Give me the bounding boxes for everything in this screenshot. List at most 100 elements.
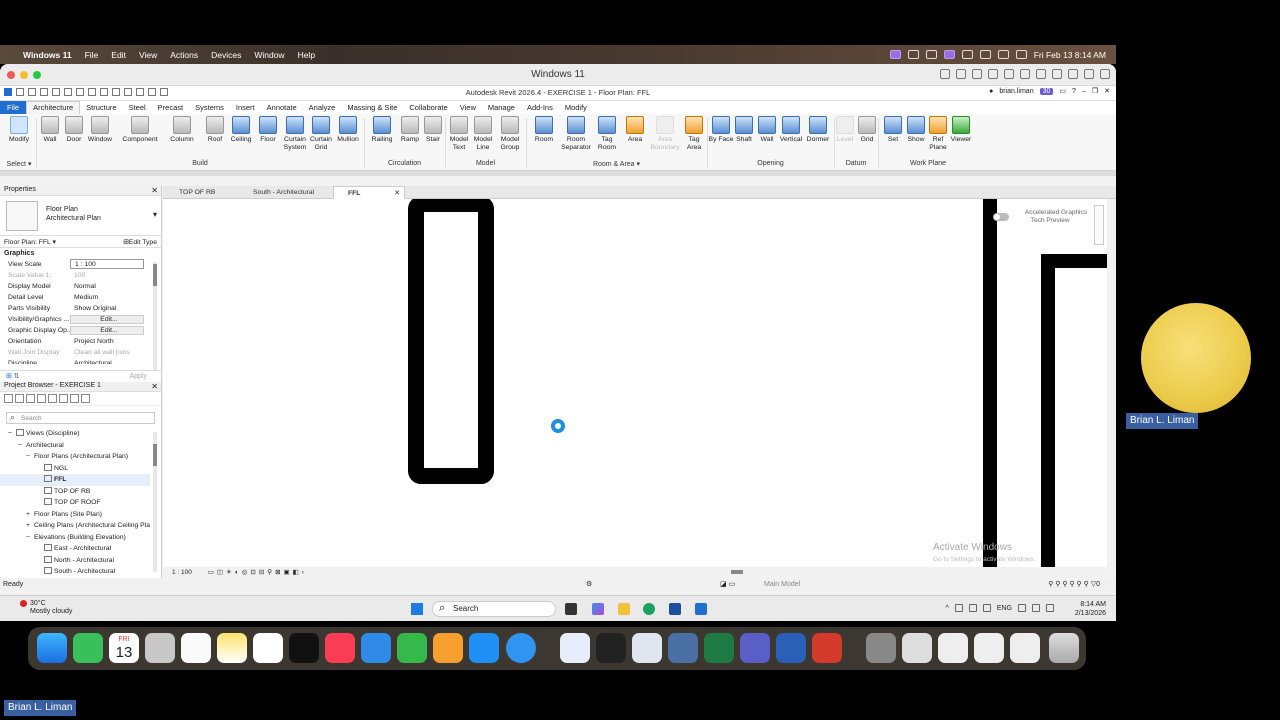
sheets-icon[interactable] [26, 394, 35, 403]
menu-devices[interactable]: Devices [211, 50, 241, 60]
weather-widget[interactable]: 30°C Mostly cloudy [12, 600, 72, 616]
freeform-icon[interactable] [253, 633, 283, 663]
app-store-icon[interactable] [469, 633, 499, 663]
battery-icon[interactable] [961, 50, 973, 59]
recent-item-icon[interactable] [866, 633, 896, 663]
instance-selector[interactable]: Floor Plan: FFL ▾ ⊞Edit Type [0, 236, 161, 248]
parallels-icon[interactable] [632, 633, 662, 663]
filter-icon[interactable] [81, 394, 90, 403]
browser-item[interactable]: North - Architectural [0, 555, 150, 567]
reminders-icon[interactable] [181, 633, 211, 663]
network-icon[interactable] [1004, 69, 1014, 79]
floor-button[interactable]: Floor [255, 116, 281, 144]
safari-icon[interactable] [506, 633, 536, 663]
collapse-icon[interactable]: − [26, 532, 34, 544]
tray-app-icon[interactable] [968, 604, 977, 612]
curtain-system-button[interactable]: Curtain System [282, 116, 308, 152]
menu-edit[interactable]: Edit [111, 50, 126, 60]
close-icon[interactable]: ✕ [1104, 87, 1110, 95]
participant-video-tile[interactable] [1141, 303, 1251, 413]
browser-item[interactable]: − Architectural [0, 440, 150, 452]
menu-app-name[interactable]: Windows 11 [23, 50, 72, 60]
contacts-icon[interactable] [145, 633, 175, 663]
trial-badge[interactable]: 30 [1039, 87, 1054, 95]
browser-item[interactable]: East - Architectural [0, 543, 150, 555]
prop-value[interactable]: Architectural [70, 358, 148, 364]
facetime-icon[interactable] [73, 633, 103, 663]
groups-icon[interactable] [59, 394, 68, 403]
prop-value[interactable]: Project North [70, 336, 148, 347]
battery-icon[interactable] [1046, 604, 1054, 612]
menu-file[interactable]: File [85, 50, 99, 60]
mirroring-icon[interactable] [943, 50, 955, 59]
wifi-icon[interactable] [979, 50, 991, 59]
view-tab[interactable]: TOP OF RB [165, 186, 239, 199]
tab-structure[interactable]: Structure [80, 103, 122, 112]
graphic-display-edit-button[interactable]: Edit... [70, 326, 144, 335]
tab-steel[interactable]: Steel [123, 103, 152, 112]
browser-item[interactable]: TOP OF RB [0, 486, 150, 498]
printer-icon[interactable] [1036, 69, 1046, 79]
tag-room-button[interactable]: Tag Room [594, 116, 620, 152]
browser-item[interactable]: − Views (Discipline) [0, 428, 150, 440]
room-separator-button[interactable]: Room Separator [560, 116, 592, 152]
browser-item[interactable]: FFL [0, 474, 150, 486]
tab-architecture[interactable]: Architecture [26, 101, 81, 114]
gear-icon[interactable] [1100, 69, 1110, 79]
teams-icon[interactable] [740, 633, 770, 663]
browser-scrollbar[interactable] [153, 432, 157, 572]
camera-icon[interactable] [956, 69, 966, 79]
close-icon[interactable]: ✕ [151, 186, 158, 195]
display-icon[interactable] [925, 50, 937, 59]
active-model-label[interactable]: Main Model [764, 581, 800, 588]
wall-rectangle[interactable] [408, 199, 494, 484]
tray-app-icon[interactable] [982, 604, 991, 612]
taskbar-search[interactable]: Search [432, 601, 556, 617]
modify-button[interactable]: Modify [6, 116, 32, 144]
tab-insert[interactable]: Insert [230, 103, 261, 112]
tab-view[interactable]: View [454, 103, 482, 112]
expand-icon[interactable]: + [26, 520, 34, 532]
browser-item[interactable]: TOP OF ROOF [0, 497, 150, 509]
type-selector[interactable]: Floor Plan Architectural Plan ▾ [0, 196, 161, 236]
canvas-vertical-scrollbar[interactable] [1107, 199, 1116, 567]
account-icon[interactable]: ● [989, 88, 993, 95]
browser-search-input[interactable]: Search [6, 412, 155, 424]
chevron-down-icon[interactable]: ▾ [153, 210, 157, 219]
disk-utility-icon[interactable] [668, 633, 698, 663]
file-explorer-icon[interactable] [618, 603, 630, 615]
tab-modify[interactable]: Modify [559, 103, 593, 112]
word-icon[interactable] [776, 633, 806, 663]
excel-icon[interactable] [704, 633, 734, 663]
music-icon[interactable] [325, 633, 355, 663]
home-icon[interactable] [4, 394, 13, 403]
scroll-thumb[interactable] [153, 444, 157, 466]
tab-precast[interactable]: Precast [152, 103, 189, 112]
grid-button[interactable]: Grid [854, 116, 880, 144]
apply-button[interactable]: Apply [129, 373, 147, 380]
panel-select[interactable]: Select ▾ [4, 160, 34, 168]
dormer-button[interactable]: Dormer [803, 116, 833, 144]
close-icon[interactable]: ✕ [151, 382, 158, 391]
apple-tv-icon[interactable] [289, 633, 319, 663]
area-button[interactable]: Area [622, 116, 648, 144]
view-scale-input[interactable]: 1 : 100 [70, 259, 144, 269]
worksharing-icon[interactable]: ⚙ [586, 580, 592, 588]
roof-button[interactable]: Roof [202, 116, 228, 144]
browser-item[interactable]: − Floor Plans (Architectural Plan) [0, 451, 150, 463]
panel-room-area[interactable]: Room & Area ▾ [526, 160, 707, 168]
recent-item-icon[interactable] [902, 633, 932, 663]
ceiling-button[interactable]: Ceiling [228, 116, 254, 144]
model-line-button[interactable]: Model Line [470, 116, 496, 152]
tab-manage[interactable]: Manage [482, 103, 521, 112]
window-button[interactable]: Window [87, 116, 113, 144]
model-text-button[interactable]: Model Text [446, 116, 472, 152]
chevron-up-icon[interactable]: ^ [946, 605, 949, 612]
vg-edit-button[interactable]: Edit... [70, 315, 144, 324]
edge-icon[interactable] [643, 603, 655, 615]
links-icon[interactable] [70, 394, 79, 403]
view-control-icons[interactable]: ▭◫☀◐◎⊡⊟⚲⊠▣◧‹ [208, 569, 307, 576]
tag-area-button[interactable]: Tag Area [681, 116, 707, 152]
minimize-icon[interactable]: – [1082, 88, 1086, 95]
vertical-opening-button[interactable]: Vertical [777, 116, 805, 144]
